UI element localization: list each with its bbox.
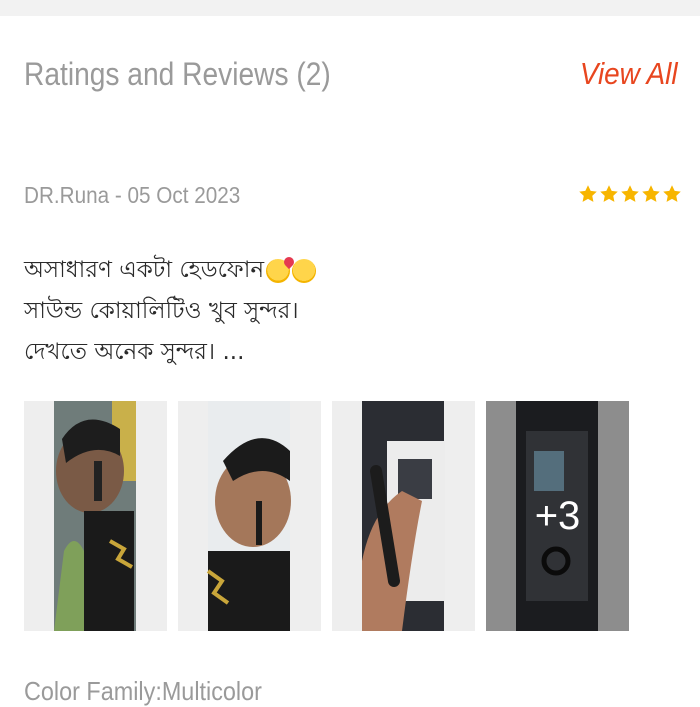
review-line-text: অসাধারণ একটা হেডফোন [24,257,265,283]
review-photo-3[interactable] [332,401,475,631]
review-photo-1[interactable] [24,401,167,631]
review-meta: DR.Runa - 05 Oct 2023 [24,182,241,208]
star-icon [578,184,598,204]
star-icon [620,184,640,204]
color-family: Color Family:Multicolor [24,676,262,706]
review-line: সাউন্ড কোয়ালিটিও খুব সুন্দর। [24,298,299,324]
face-with-hand-over-mouth-icon [292,258,317,283]
more-photos-count: +3 [486,401,629,631]
review-photo-4[interactable]: +3 [486,401,629,631]
section-title: Ratings and Reviews (2) [24,56,331,92]
top-divider [0,0,700,16]
star-icon [641,184,661,204]
review-line: দেখতে অনেক সুন্দর। ... [24,339,245,365]
review-line: অসাধারণ একটা হেডফোন [24,250,494,291]
rating-stars [578,184,681,214]
star-icon [599,184,619,204]
review-photo-2[interactable] [178,401,321,631]
star-icon [662,184,682,204]
smiling-face-with-hearts-icon [266,258,291,283]
review-text[interactable]: অসাধারণ একটা হেডফোন সাউন্ড কোয়ালিটিও খু… [24,250,494,373]
view-all-link[interactable]: View All [580,56,678,92]
